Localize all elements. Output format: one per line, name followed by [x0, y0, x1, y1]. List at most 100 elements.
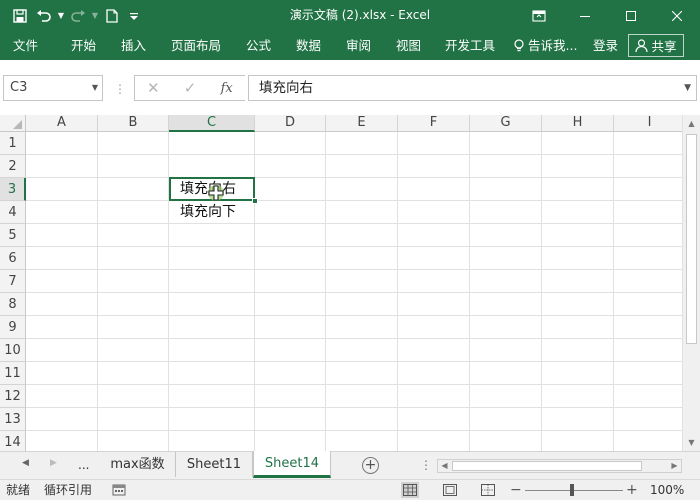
lightbulb-icon [514, 38, 524, 51]
macro-record-icon[interactable] [112, 483, 126, 497]
column-header-g[interactable]: G [470, 115, 542, 132]
maximize-button[interactable] [608, 0, 654, 31]
row-header-3[interactable]: 3 [0, 178, 26, 201]
gridline-horizontal [26, 407, 682, 408]
sheet-tab-max[interactable]: max函数 [100, 452, 176, 477]
more-sheets-left[interactable]: ... [78, 458, 89, 472]
zoom-level[interactable]: 100% [650, 480, 684, 500]
page-layout-view-button[interactable] [441, 482, 459, 498]
scroll-up-icon[interactable]: ▲ [683, 115, 700, 132]
tab-home[interactable]: 开始 [71, 31, 96, 60]
zoom-slider-thumb[interactable] [570, 484, 574, 496]
tell-me-box[interactable]: 告诉我... [514, 31, 577, 60]
row-header-5[interactable]: 5 [0, 224, 26, 247]
gridline-horizontal [26, 223, 682, 224]
close-icon [672, 10, 682, 21]
tab-data[interactable]: 数据 [296, 31, 321, 60]
person-icon [635, 39, 649, 52]
gridline-horizontal [26, 338, 682, 339]
gridline-horizontal [26, 430, 682, 431]
ribbon-display-icon [532, 9, 546, 22]
gridline-horizontal [26, 269, 682, 270]
worksheet-grid[interactable]: A B C D E F G H I 1 2 3 4 5 6 7 8 9 10 11 12 13 14 填充向右 填充向下 [0, 115, 682, 451]
normal-view-button[interactable] [401, 482, 419, 498]
zoom-out-button[interactable]: − [510, 480, 522, 500]
formula-buttons: ✕ ✓ fx [134, 75, 245, 101]
share-button[interactable]: 共享 [628, 34, 684, 57]
horizontal-scrollbar[interactable]: ◀ ▶ [437, 459, 682, 473]
column-header-d[interactable]: D [255, 115, 326, 132]
page-break-view-icon [481, 484, 495, 496]
ribbon-tabs: 文件 开始 插入 页面布局 公式 数据 审阅 视图 开发工具 告诉我... 登录… [0, 31, 700, 60]
prev-sheet-icon[interactable]: ◀ [22, 458, 29, 468]
gridline-horizontal [26, 200, 682, 201]
vertical-scroll-thumb[interactable] [686, 134, 697, 344]
row-header-10[interactable]: 10 [0, 339, 26, 362]
gridline-horizontal [26, 315, 682, 316]
row-header-6[interactable]: 6 [0, 247, 26, 270]
tab-file[interactable]: 文件 [13, 31, 38, 60]
page-break-view-button[interactable] [479, 482, 497, 498]
maximize-icon [626, 10, 636, 21]
row-header-4[interactable]: 4 [0, 201, 26, 224]
tab-formulas[interactable]: 公式 [246, 31, 271, 60]
scroll-right-icon[interactable]: ▶ [668, 460, 681, 472]
share-label: 共享 [651, 39, 677, 54]
row-header-7[interactable]: 7 [0, 270, 26, 293]
zoom-slider-track[interactable] [525, 490, 623, 491]
column-header-b[interactable]: B [98, 115, 169, 132]
formula-bar-splitter-icon[interactable]: ⋮ [114, 81, 126, 97]
status-bar: 就绪 循环引用 − + 100% [0, 479, 700, 500]
confirm-entry-icon[interactable]: ✓ [172, 76, 209, 100]
tell-me-label: 告诉我... [528, 38, 578, 53]
scroll-down-icon[interactable]: ▼ [683, 434, 700, 451]
gridline-horizontal [26, 292, 682, 293]
row-header-9[interactable]: 9 [0, 316, 26, 339]
horizontal-scroll-thumb[interactable] [452, 461, 642, 471]
row-header-2[interactable]: 2 [0, 155, 26, 178]
cell-c4[interactable]: 填充向下 [170, 201, 236, 224]
status-circular-reference[interactable]: 循环引用 [44, 480, 92, 500]
add-sheet-button[interactable]: + [362, 457, 379, 474]
tab-splitter-icon[interactable]: ⋮ [420, 458, 432, 472]
login-link[interactable]: 登录 [593, 31, 618, 60]
tab-insert[interactable]: 插入 [121, 31, 146, 60]
normal-view-icon [403, 484, 417, 496]
name-box-value: C3 [10, 80, 28, 95]
tab-view[interactable]: 视图 [396, 31, 421, 60]
tab-page-layout[interactable]: 页面布局 [171, 31, 221, 60]
column-header-c[interactable]: C [169, 115, 255, 132]
next-sheet-icon[interactable]: ▶ [50, 458, 57, 468]
gridline-horizontal [26, 361, 682, 362]
name-box-dropdown-icon[interactable]: ▼ [92, 76, 98, 100]
sheet-tab-sheet11[interactable]: Sheet11 [176, 452, 253, 477]
row-header-12[interactable]: 12 [0, 385, 26, 408]
row-header-11[interactable]: 11 [0, 362, 26, 385]
cancel-entry-icon[interactable]: ✕ [135, 76, 172, 100]
page-layout-view-icon [443, 484, 457, 496]
tab-developer[interactable]: 开发工具 [445, 31, 495, 60]
expand-formula-bar-icon[interactable]: ▼ [684, 76, 691, 100]
column-header-i[interactable]: I [614, 115, 682, 132]
fill-handle[interactable] [252, 198, 258, 204]
insert-function-icon[interactable]: fx [208, 76, 245, 100]
name-box[interactable]: C3 ▼ [3, 75, 103, 101]
column-header-h[interactable]: H [542, 115, 614, 132]
row-header-8[interactable]: 8 [0, 293, 26, 316]
column-header-a[interactable]: A [26, 115, 98, 132]
tab-review[interactable]: 审阅 [346, 31, 371, 60]
minimize-button[interactable] [562, 0, 608, 31]
column-header-f[interactable]: F [398, 115, 470, 132]
formula-input[interactable]: 填充向右 ▼ [248, 75, 697, 101]
select-all-button[interactable] [0, 115, 26, 132]
column-header-e[interactable]: E [326, 115, 398, 132]
row-header-14[interactable]: 14 [0, 431, 26, 451]
ribbon-display-options-button[interactable] [516, 0, 562, 31]
vertical-scrollbar[interactable]: ▲ ▼ [682, 115, 700, 451]
row-header-1[interactable]: 1 [0, 132, 26, 155]
sheet-tab-sheet14[interactable]: Sheet14 [253, 451, 331, 478]
close-button[interactable] [654, 0, 700, 31]
row-header-13[interactable]: 13 [0, 408, 26, 431]
zoom-in-button[interactable]: + [626, 480, 638, 500]
scroll-left-icon[interactable]: ◀ [438, 460, 451, 472]
